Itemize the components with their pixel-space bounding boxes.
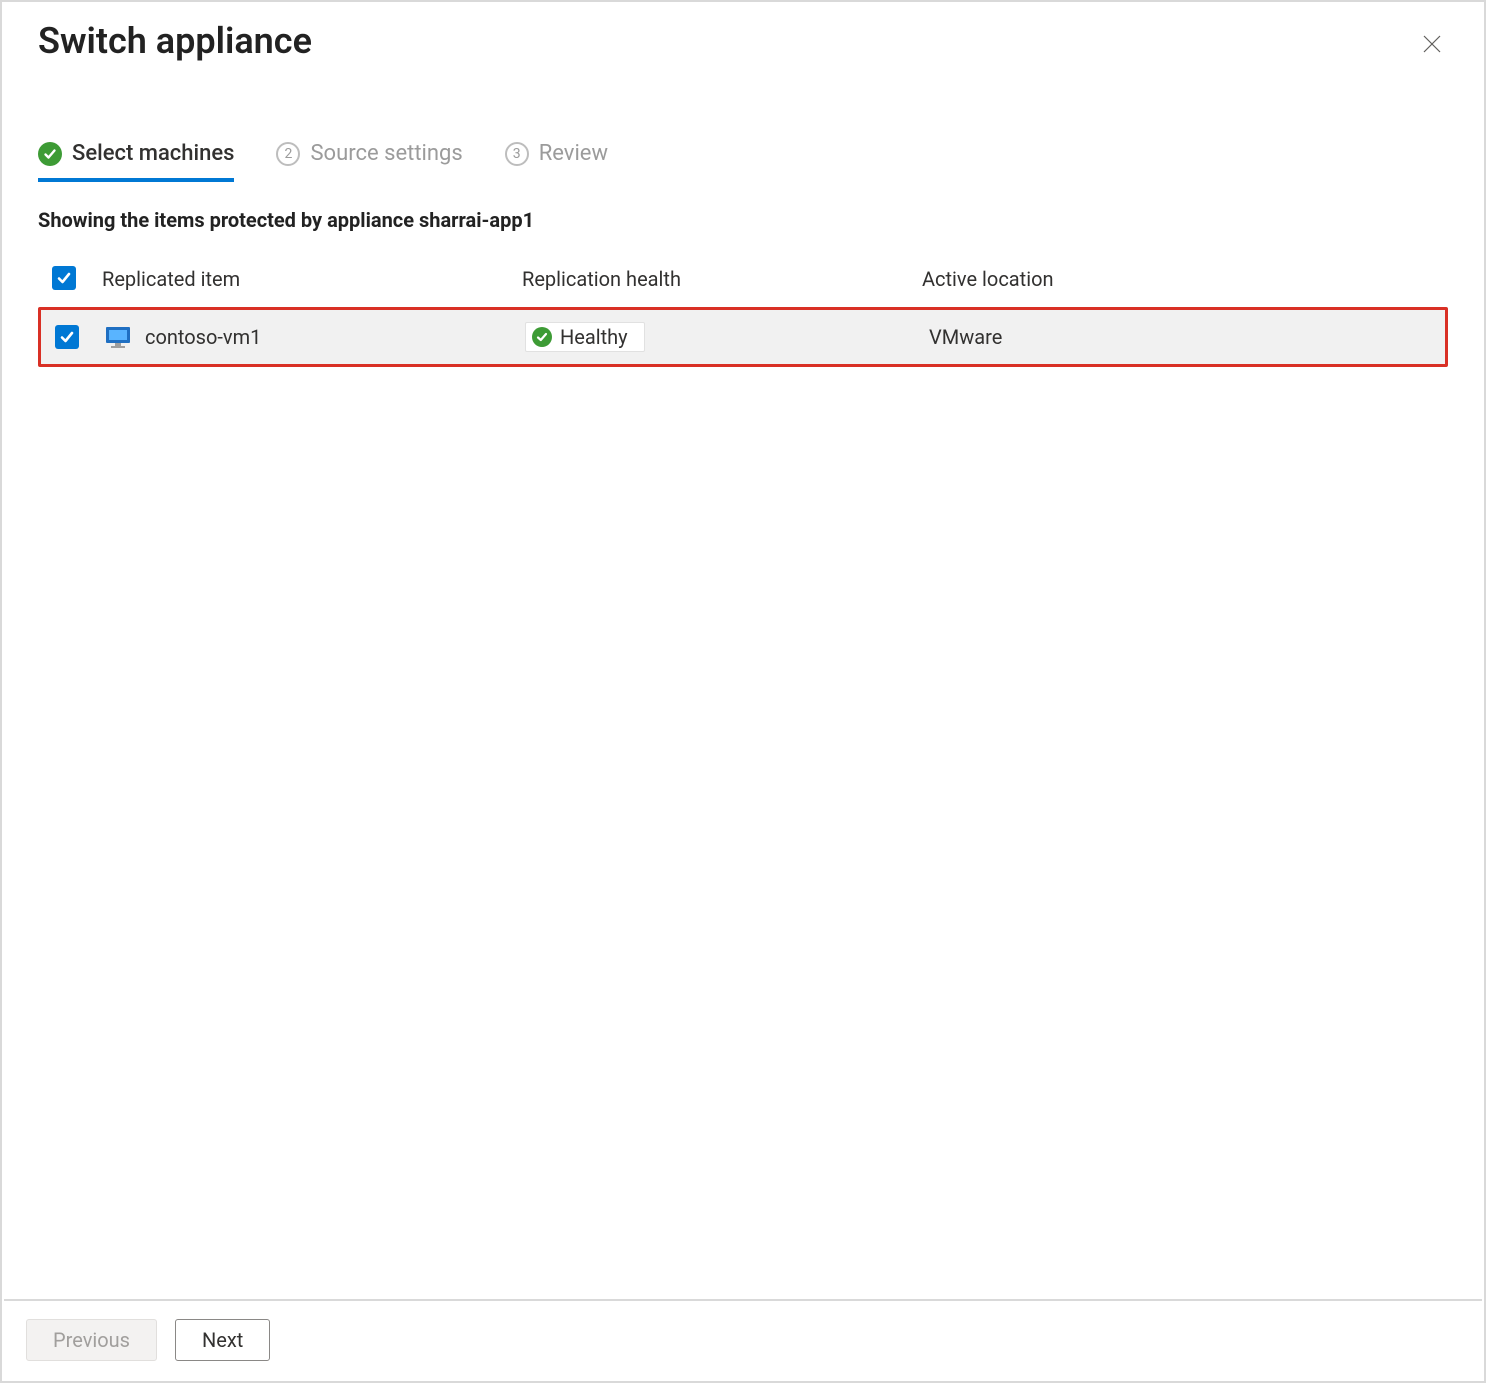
replicated-item-cell: contoso-vm1: [105, 324, 525, 350]
col-replicated-item: Replicated item: [102, 267, 522, 291]
next-button[interactable]: Next: [175, 1319, 270, 1361]
step-review[interactable]: 3 Review: [505, 141, 608, 178]
machines-table: Replicated item Replication health Activ…: [38, 266, 1448, 367]
highlighted-row-region: contoso-vm1 Healthy VMware: [38, 307, 1448, 367]
switch-appliance-panel: Switch appliance Select machines: [0, 0, 1486, 1383]
step-source-settings[interactable]: 2 Source settings: [276, 141, 462, 178]
select-all-checkbox[interactable]: [52, 266, 76, 290]
panel-title: Switch appliance: [38, 20, 312, 63]
replication-health-cell: Healthy: [525, 322, 925, 352]
replicated-item-name: contoso-vm1: [145, 325, 261, 349]
panel-footer: Previous Next: [2, 1301, 1484, 1381]
step-number-badge: 2: [276, 142, 300, 166]
step-select-machines[interactable]: Select machines: [38, 141, 234, 182]
step-label: Select machines: [72, 141, 234, 166]
previous-button: Previous: [26, 1319, 157, 1361]
wizard-stepper: Select machines 2 Source settings 3 Revi…: [38, 141, 1448, 178]
health-text: Healthy: [560, 325, 628, 349]
row-checkbox-cell: [55, 325, 105, 349]
panel-header: Switch appliance: [2, 2, 1484, 63]
step-number-badge: 3: [505, 142, 529, 166]
panel-body: Select machines 2 Source settings 3 Revi…: [2, 63, 1484, 1299]
col-active-location: Active location: [922, 267, 1434, 291]
col-replication-health: Replication health: [522, 267, 922, 291]
healthy-icon: [532, 327, 552, 347]
select-all-cell: [52, 266, 102, 291]
vm-icon: [105, 324, 131, 350]
table-header-row: Replicated item Replication health Activ…: [38, 266, 1448, 307]
active-location-cell: VMware: [925, 325, 1431, 349]
step-label: Source settings: [310, 141, 462, 166]
close-button[interactable]: [1414, 26, 1450, 62]
checkmark-icon: [38, 142, 62, 166]
health-badge: Healthy: [525, 322, 645, 352]
table-row[interactable]: contoso-vm1 Healthy VMware: [41, 310, 1445, 364]
close-icon: [1422, 34, 1442, 54]
step-label: Review: [539, 141, 608, 166]
row-checkbox[interactable]: [55, 325, 79, 349]
subtitle-text: Showing the items protected by appliance…: [38, 208, 1448, 232]
